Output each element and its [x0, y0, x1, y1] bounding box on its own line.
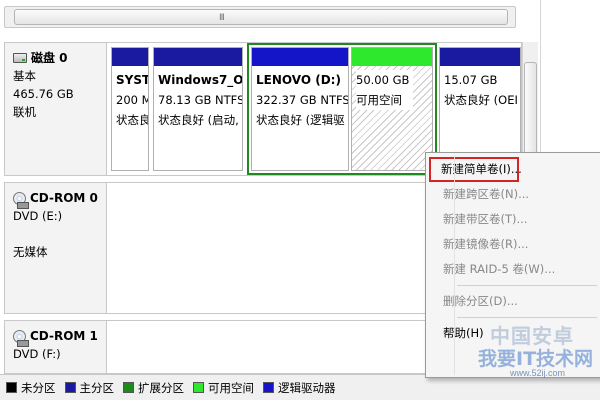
disk-status: 联机 — [13, 105, 36, 119]
disk-name: 磁盘 0 — [31, 51, 68, 65]
legend-swatch — [64, 382, 76, 393]
horizontal-scrollbar[interactable]: III — [4, 6, 516, 28]
menu-separator — [457, 285, 597, 286]
partition-free-space[interactable]: 50.00 GB 可用空间 — [351, 47, 433, 171]
legend-unallocated: 未分区 — [6, 380, 56, 396]
legend-label: 逻辑驱动器 — [278, 380, 336, 395]
partition-name: LENOVO (D:) — [256, 73, 341, 87]
context-menu: 新建简单卷(I)... 新建跨区卷(N)... 新建带区卷(T)... 新建镜像… — [425, 152, 600, 378]
disk-size: 465.76 GB — [13, 87, 74, 101]
cd-rom-icon — [13, 329, 29, 347]
cdrom-0-info[interactable]: CD-ROM 0 DVD (E:) 无媒体 — [5, 183, 107, 313]
legend-label: 扩展分区 — [138, 380, 184, 395]
partition-size: 322.37 GB NTFS — [256, 93, 349, 107]
partition-status: 可用空间 — [356, 93, 402, 107]
partition-status: 状态良好 (OEI — [444, 93, 518, 107]
partition-lenovo-d[interactable]: LENOVO (D:) 322.37 GB NTFS 状态良好 (逻辑驱 — [251, 47, 349, 171]
partition-status: 状态良好 (逻辑驱 — [256, 113, 345, 127]
cdrom-name: CD-ROM 1 — [30, 329, 98, 343]
legend-swatch — [263, 382, 274, 393]
partition-status: 状态良好 (启动, — [158, 113, 239, 127]
cd-rom-icon — [13, 191, 29, 209]
partition-size: 78.13 GB NTFS — [158, 93, 243, 107]
legend-swatch — [123, 382, 134, 393]
cdrom-media: 无媒体 — [13, 245, 48, 259]
menu-gutter — [454, 155, 455, 375]
partition-windows7-os[interactable]: Windows7_OS 78.13 GB NTFS 状态良好 (启动, — [153, 47, 243, 171]
disk-type: 基本 — [13, 69, 36, 83]
legend-extended: 扩展分区 — [123, 380, 184, 396]
partition-name: SYSTI — [116, 73, 148, 87]
legend-primary: 主分区 — [64, 380, 115, 396]
partition-band — [352, 48, 432, 66]
partition-band — [252, 48, 348, 66]
scroll-grip-icon: III — [219, 13, 225, 23]
legend-label: 主分区 — [79, 380, 115, 395]
legend-label: 未分区 — [21, 380, 56, 395]
partition-band — [440, 48, 520, 66]
cdrom-name: CD-ROM 0 — [30, 191, 98, 205]
legend-swatch — [193, 382, 204, 393]
cdrom-drive: DVD (E:) — [13, 209, 63, 223]
partition-size: 50.00 GB — [356, 73, 410, 87]
partition-status: 状态良 — [116, 113, 149, 127]
partition-size: 15.07 GB — [444, 73, 498, 87]
cdrom-drive: DVD (F:) — [13, 347, 61, 361]
legend-free-space: 可用空间 — [193, 380, 254, 396]
partition-size: 200 M — [116, 93, 149, 107]
legend-label: 可用空间 — [208, 380, 254, 395]
horizontal-scroll-thumb[interactable]: III — [14, 9, 508, 25]
disk-0-info[interactable]: 磁盘 0 基本 465.76 GB 联机 — [5, 43, 107, 175]
partition-name: Windows7_OS — [158, 73, 243, 87]
cdrom-1-info[interactable]: CD-ROM 1 DVD (F:) — [5, 321, 107, 373]
partition-band — [154, 48, 242, 66]
legend-logical-drive: 逻辑驱动器 — [263, 380, 336, 396]
legend-swatch — [6, 382, 17, 393]
hard-disk-icon — [13, 53, 27, 63]
disk-management-window: III 磁盘 0 基本 465.76 GB 联机 SYSTI 200 M 状态良 — [0, 0, 600, 400]
partition-system-reserved[interactable]: SYSTI 200 M 状态良 — [111, 47, 149, 171]
menu-new-simple-volume[interactable]: 新建简单卷(I)... — [429, 157, 522, 182]
menu-separator — [457, 317, 597, 318]
partition-band — [112, 48, 148, 66]
